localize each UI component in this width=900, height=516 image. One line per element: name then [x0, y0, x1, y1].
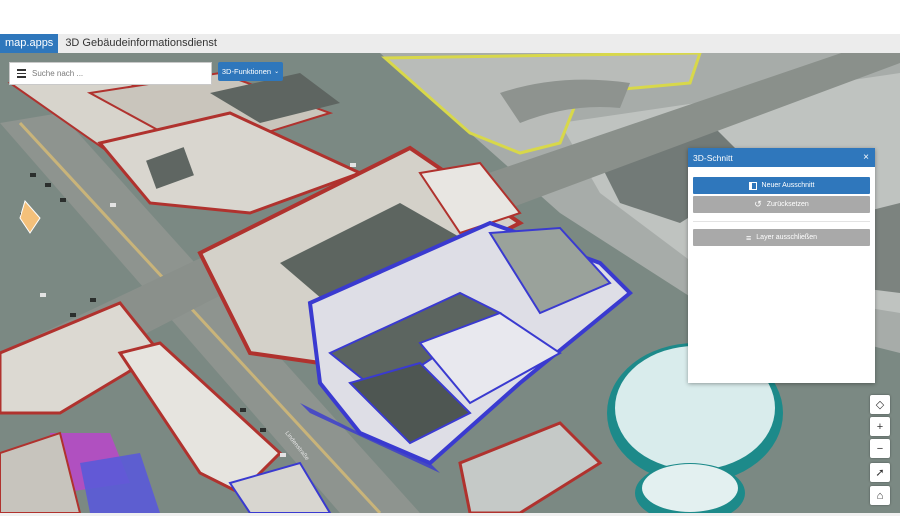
close-icon[interactable]: ×	[863, 152, 869, 163]
exclude-layer-button[interactable]: ≡ Layer ausschließen	[693, 229, 870, 246]
app-title: 3D Gebäudeinformationsdienst	[65, 37, 217, 49]
home-icon[interactable]: ⌂	[870, 486, 890, 505]
chevron-down-icon: ⌄	[274, 69, 280, 75]
layer-exclude-icon: ≡	[746, 232, 752, 243]
compass-icon[interactable]: ◇	[870, 395, 890, 414]
split-view-icon	[748, 181, 757, 190]
reset-icon: ↺	[754, 199, 762, 209]
new-section-label: Neuer Ausschnitt	[761, 182, 815, 189]
panel-divider	[693, 221, 870, 222]
app-root: map.apps 3D Gebäudeinformationsdienst Li…	[0, 0, 900, 516]
reset-label: Zurücksetzen	[766, 201, 809, 208]
brand-label[interactable]: map.apps	[0, 34, 59, 53]
3d-functions-button[interactable]: 3D-Funktionen ⌄	[218, 62, 283, 81]
hamburger-menu-icon[interactable]	[10, 62, 32, 85]
section-panel: 3D-Schnitt × Neuer Ausschnitt ↺ Zurückse…	[688, 148, 875, 383]
reset-button[interactable]: ↺ Zurücksetzen	[693, 196, 870, 213]
panel-header: 3D-Schnitt ×	[688, 148, 875, 167]
top-bar: map.apps 3D Gebäudeinformationsdienst	[0, 34, 900, 53]
search-input[interactable]	[32, 69, 202, 78]
search-box[interactable]	[9, 62, 212, 85]
tilt-icon[interactable]: ➚	[870, 463, 890, 482]
new-section-button[interactable]: Neuer Ausschnitt	[693, 177, 870, 194]
3d-functions-label: 3D-Funktionen	[221, 67, 272, 76]
zoom-in-icon[interactable]: +	[870, 417, 890, 436]
panel-title: 3D-Schnitt	[693, 152, 733, 163]
zoom-out-icon[interactable]: −	[870, 439, 890, 458]
exclude-layer-label: Layer ausschließen	[756, 234, 817, 241]
